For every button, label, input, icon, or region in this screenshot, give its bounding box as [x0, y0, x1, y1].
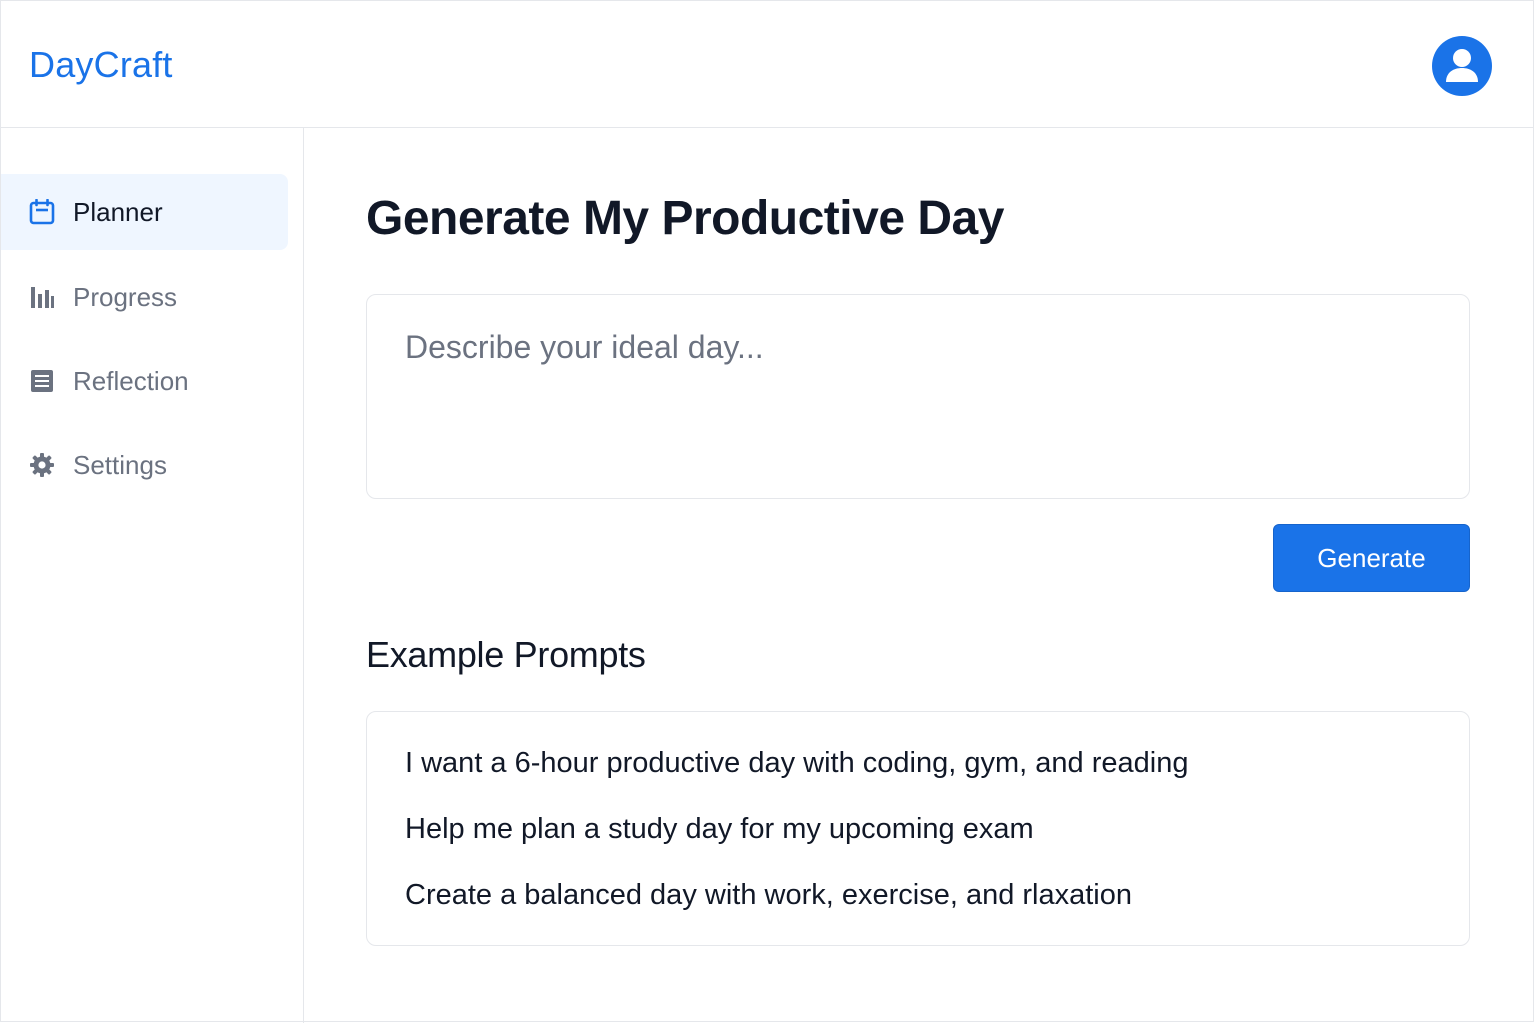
sidebar-item-label: Settings [73, 450, 167, 480]
sidebar-item-planner[interactable]: Planner [1, 174, 288, 250]
top-bar: DayCraft [1, 1, 1533, 128]
example-prompts-heading: Example Prompts [366, 634, 646, 675]
gear-icon [29, 452, 55, 478]
sidebar: Planner Progress Reflection Settings [1, 128, 304, 1023]
main-content: Generate My Productive Day Generate Exam… [304, 128, 1535, 1023]
sidebar-item-settings[interactable]: Settings [1, 427, 288, 503]
sidebar-item-label: Progress [73, 282, 178, 312]
example-prompt-item[interactable]: I want a 6-hour productive day with codi… [405, 745, 1188, 781]
user-avatar-icon-glyph [1446, 49, 1478, 82]
sidebar-item-reflection[interactable]: Reflection [1, 343, 288, 419]
example-prompt-item[interactable]: Create a balanced day with work, exercis… [405, 877, 1132, 913]
sidebar-item-label: Reflection [73, 366, 189, 396]
app-window: DayCraft Planner Progress Reflection Set… [0, 0, 1535, 1023]
user-avatar-icon[interactable] [1432, 36, 1492, 96]
example-prompt-item[interactable]: Help me plan a study day for my upcoming… [405, 811, 1034, 847]
brand-logo[interactable]: DayCraft [29, 45, 173, 85]
bar-chart-icon [29, 284, 55, 310]
sidebar-item-progress[interactable]: Progress [1, 259, 288, 335]
generate-button[interactable]: Generate [1273, 524, 1470, 592]
page-title: Generate My Productive Day [366, 192, 1004, 245]
example-prompts-list: I want a 6-hour productive day with codi… [366, 711, 1470, 946]
document-icon [29, 368, 55, 394]
calendar-icon [29, 199, 55, 225]
day-description-input[interactable] [366, 294, 1470, 499]
sidebar-item-label: Planner [73, 197, 163, 227]
